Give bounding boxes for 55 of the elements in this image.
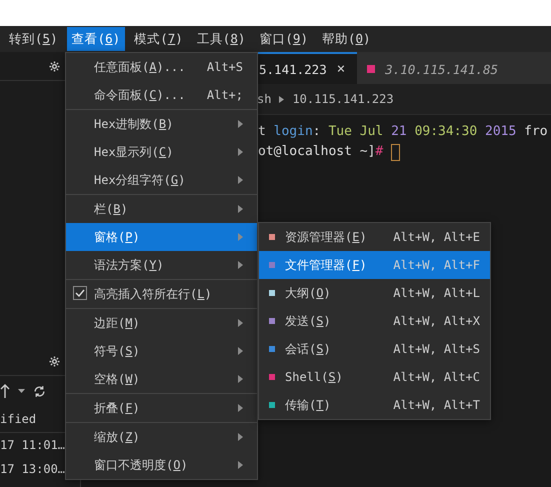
close-icon[interactable]: × — [336, 61, 346, 77]
submenu-arrow-icon — [238, 120, 243, 128]
submenu-arrow-icon — [238, 176, 243, 184]
table-cell-text: 17 11:01… — [0, 437, 66, 454]
breadcrumb-item[interactable]: 10.115.141.223 — [292, 92, 394, 106]
menu-item[interactable]: 任意面板(A)... Alt+S — [66, 53, 257, 81]
terminal-line: t login: Tue Jul 21 09:34:30 2015 fro — [258, 123, 548, 141]
menu-item[interactable]: 高亮插入符所在行(L) — [66, 280, 257, 308]
text-cursor — [391, 144, 400, 160]
submenu-arrow-icon — [238, 233, 243, 241]
menu-item[interactable]: Hex进制数(B) — [66, 110, 257, 138]
menu-item[interactable]: 空格(W) — [66, 365, 257, 393]
menu-bar-item[interactable]: 模式(7) — [129, 27, 188, 51]
menu-item[interactable]: 边距(M) — [66, 309, 257, 337]
menu-bar-item[interactable]: 窗口(9) — [254, 27, 313, 51]
menu-item[interactable]: 文件管理器(F) Alt+W, Alt+F — [259, 251, 490, 279]
menu-item[interactable]: 资源管理器(E) Alt+W, Alt+E — [259, 223, 490, 251]
submenu-arrow-icon — [238, 261, 243, 269]
refresh-icon[interactable] — [33, 384, 46, 398]
breadcrumb-item[interactable]: sh — [257, 92, 272, 106]
submenu-arrow-icon — [238, 148, 243, 156]
checkbox[interactable] — [73, 286, 87, 300]
menu-item[interactable]: 窗口不透明度(O) — [66, 451, 257, 479]
menu-item[interactable]: 栏(B) — [66, 195, 257, 223]
submenu-arrow-icon — [238, 319, 243, 327]
submenu-arrow-icon — [238, 375, 243, 383]
submenu-arrow-icon — [238, 404, 243, 412]
submenu-arrow-icon — [238, 347, 243, 355]
session-tab[interactable]: 3.10.115.141.85 — [357, 52, 551, 84]
menu-item[interactable]: Hex显示列(C) — [66, 138, 257, 166]
settings-icon[interactable] — [49, 60, 60, 72]
menu-item[interactable]: Hex分组字符(G) — [66, 166, 257, 194]
menu-bar-item[interactable]: 帮助(0) — [316, 27, 376, 51]
menu-item[interactable]: 大纲(O) Alt+W, Alt+L — [259, 279, 490, 307]
menu-item[interactable]: 窗格(P) — [66, 223, 257, 251]
table-cell-text: 17 13:00… — [0, 461, 66, 478]
menu-item[interactable]: 符号(S) — [66, 337, 257, 365]
menu-item[interactable]: 会话(S) Alt+W, Alt+S — [259, 335, 490, 363]
menu-bar-item[interactable]: 工具(8) — [192, 27, 250, 51]
menu-bar-item[interactable]: 转到(5) — [4, 27, 63, 51]
menu-bar-item[interactable]: 查看(6) — [66, 27, 126, 51]
up-arrow-icon[interactable] — [0, 384, 10, 398]
menu-item[interactable]: Shell(S) Alt+W, Alt+C — [259, 363, 490, 391]
menu-item[interactable]: 命令面板(C)... Alt+; — [66, 81, 257, 109]
submenu-arrow-icon — [238, 433, 243, 441]
submenu-arrow-icon — [238, 205, 243, 213]
chevron-icon — [279, 96, 284, 102]
menu-item[interactable]: 折叠(F) — [66, 394, 257, 422]
settings-icon[interactable] — [49, 356, 60, 366]
terminal-line: ot@localhost ~]# — [258, 143, 384, 161]
menu-item[interactable]: 传输(T) Alt+W, Alt+T — [259, 391, 490, 419]
menu-item[interactable]: 发送(S) Alt+W, Alt+X — [259, 307, 490, 335]
caret-icon[interactable] — [18, 389, 25, 393]
submenu-arrow-icon — [238, 461, 243, 469]
menu-item[interactable]: 语法方案(Y) — [66, 251, 257, 279]
